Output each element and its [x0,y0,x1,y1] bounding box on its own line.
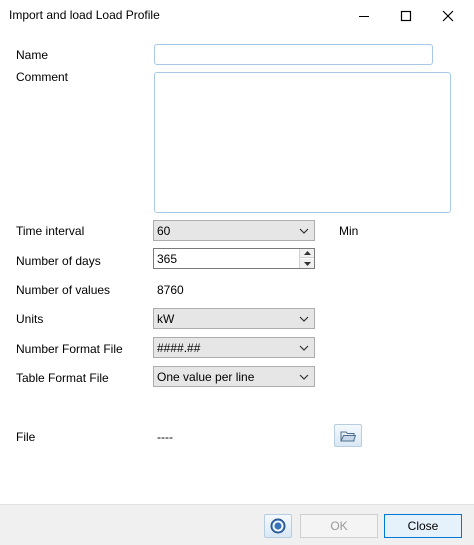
days-stepper[interactable]: 365 [153,248,315,269]
name-label: Name [16,48,49,62]
close-icon [442,10,454,21]
table-format-label: Table Format File [16,371,109,385]
close-button[interactable]: Close [384,514,462,538]
folder-icon [340,431,356,441]
help-icon [270,518,286,534]
time-interval-select[interactable]: 60 [153,220,315,241]
close-window-button[interactable] [428,0,468,31]
stepper-down-button[interactable] [300,259,314,268]
values-value: 8760 [157,283,184,297]
minimize-icon [359,15,369,17]
table-format-select[interactable]: One value per line [153,366,315,387]
ok-button[interactable]: OK [300,514,378,538]
browse-file-button[interactable] [334,424,362,447]
chevron-down-icon [299,228,309,234]
minimize-button[interactable] [344,0,384,31]
comment-label: Comment [16,70,69,84]
chevron-down-icon [299,345,309,351]
help-button[interactable] [264,514,292,538]
table-format-value: One value per line [157,370,255,384]
time-interval-label: Time interval [16,224,85,238]
title-bar: Import and load Load Profile [0,0,474,31]
values-label: Number of values [16,283,111,297]
file-label: File [16,430,36,444]
maximize-button[interactable] [386,0,426,31]
number-format-label: Number Format File [16,342,123,356]
units-value: kW [157,312,175,326]
number-format-value: ####.## [157,341,201,355]
stepper-up-button[interactable] [300,249,314,258]
stepper-buttons [299,249,314,268]
window-title: Import and load Load Profile [9,8,160,22]
dialog-footer: OK Close [0,504,474,545]
name-input[interactable] [154,44,433,65]
triangle-down-icon [303,261,311,266]
maximize-icon [400,10,412,21]
comment-textarea[interactable] [154,72,451,213]
units-select[interactable]: kW [153,308,315,329]
number-format-select[interactable]: ####.## [153,337,315,358]
days-label: Number of days [16,254,101,268]
time-interval-value: 60 [157,224,171,238]
triangle-up-icon [303,251,311,255]
days-value: 365 [157,252,178,266]
file-value: ---- [157,430,173,444]
chevron-down-icon [299,316,309,322]
time-interval-unit: Min [339,224,359,238]
units-label: Units [16,312,44,326]
chevron-down-icon [299,374,309,380]
